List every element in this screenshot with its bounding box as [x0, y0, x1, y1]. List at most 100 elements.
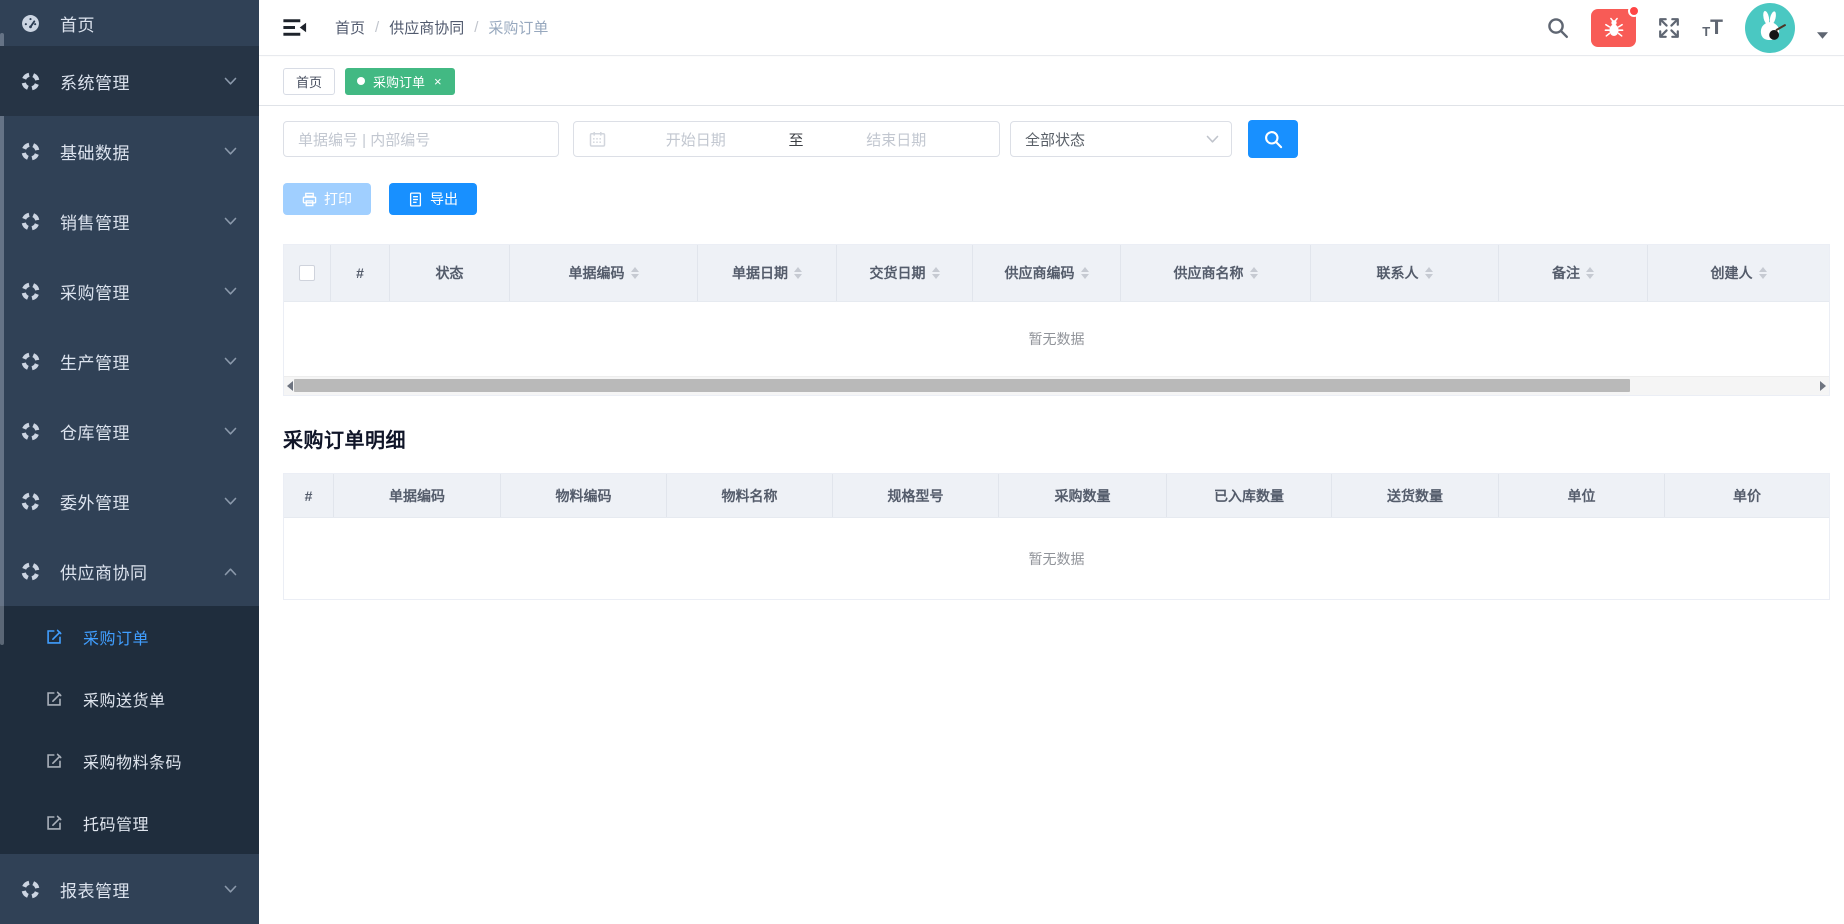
sort-icon[interactable]	[1759, 267, 1767, 279]
notification-dot	[1628, 5, 1640, 17]
module-icon	[21, 880, 40, 899]
column-header-supplier-name[interactable]: 供应商名称	[1121, 245, 1311, 301]
column-label: 状态	[436, 263, 464, 283]
column-label: 交货日期	[870, 263, 926, 283]
sidebar-item-purchase[interactable]: 采购管理	[0, 256, 259, 326]
sidebar-item-purchase-delivery[interactable]: 采购送货单	[0, 668, 259, 730]
column-label: #	[305, 488, 313, 504]
sort-icon[interactable]	[1586, 267, 1594, 279]
sidebar-item-label: 销售管理	[60, 209, 130, 234]
column-header-supplier-code[interactable]: 供应商编码	[973, 245, 1121, 301]
fullscreen-icon[interactable]	[1658, 17, 1680, 39]
detail-table-empty: 暂无数据	[284, 518, 1829, 599]
sidebar-item-label: 报表管理	[60, 877, 130, 902]
sidebar-item-purchase-material-barcode[interactable]: 采购物料条码	[0, 730, 259, 792]
edit-icon	[45, 752, 63, 770]
column-header-received-qty: 已入库数量	[1167, 474, 1332, 517]
tab-purchase-order[interactable]: 采购订单 ×	[345, 68, 455, 95]
scrollbar-thumb[interactable]	[294, 379, 1630, 392]
scroll-left-arrow[interactable]	[287, 381, 293, 391]
sidebar-submenu-supplier-collab: 采购订单 采购送货单 采购物料条码 托码管理	[0, 606, 259, 854]
topbar-actions: TT	[1547, 3, 1844, 53]
tab-home[interactable]: 首页	[283, 68, 335, 95]
column-label: 送货数量	[1387, 486, 1443, 506]
detail-section-title: 采购订单明细	[283, 424, 1830, 453]
column-header-doc-code: 单据编码	[334, 474, 501, 517]
sidebar-item-reports[interactable]: 报表管理	[0, 854, 259, 924]
column-header-remark[interactable]: 备注	[1499, 245, 1648, 301]
date-range-picker[interactable]: 开始日期 至 结束日期	[573, 121, 1000, 157]
module-icon	[21, 352, 40, 371]
close-icon[interactable]: ×	[434, 75, 442, 88]
sidebar-item-pallet-code[interactable]: 托码管理	[0, 792, 259, 854]
avatar[interactable]	[1745, 3, 1795, 53]
edit-icon	[45, 814, 63, 832]
sidebar-item-warehouse[interactable]: 仓库管理	[0, 396, 259, 466]
module-icon	[21, 282, 40, 301]
tab-label: 采购订单	[373, 72, 425, 91]
keyword-input[interactable]: 单据编号 | 内部编号	[283, 121, 559, 157]
sort-icon[interactable]	[932, 267, 940, 279]
chevron-down-icon	[224, 427, 237, 436]
sidebar-item-system[interactable]: 系统管理	[0, 46, 259, 116]
sort-icon[interactable]	[631, 267, 639, 279]
sidebar-item-label: 采购物料条码	[83, 749, 182, 773]
column-header-doc-code[interactable]: 单据编码	[510, 245, 698, 301]
breadcrumb: 首页 / 供应商协同 / 采购订单	[335, 17, 548, 38]
sort-icon[interactable]	[794, 267, 802, 279]
sidebar-item-sales[interactable]: 销售管理	[0, 186, 259, 256]
print-button[interactable]: 打印	[283, 183, 371, 215]
search-icon[interactable]	[1547, 17, 1569, 39]
sidebar-item-outsourcing[interactable]: 委外管理	[0, 466, 259, 536]
sidebar-collapse-icon[interactable]	[283, 18, 307, 37]
column-header-delivery-date[interactable]: 交货日期	[837, 245, 973, 301]
column-label: 创建人	[1711, 263, 1753, 283]
sidebar-item-production[interactable]: 生产管理	[0, 326, 259, 396]
column-label: 物料编码	[556, 486, 612, 506]
sidebar-item-purchase-order[interactable]: 采购订单	[0, 606, 259, 668]
column-label: 规格型号	[888, 486, 944, 506]
toolbar: 打印 导出	[283, 183, 1830, 215]
breadcrumb-supplier-collab[interactable]: 供应商协同	[389, 17, 464, 38]
column-header-delivery-qty: 送货数量	[1332, 474, 1499, 517]
keyword-placeholder: 单据编号 | 内部编号	[298, 129, 430, 150]
sort-icon[interactable]	[1425, 267, 1433, 279]
bug-report-button[interactable]	[1591, 9, 1636, 47]
scroll-right-arrow[interactable]	[1820, 381, 1826, 391]
export-doc-icon	[408, 192, 423, 207]
column-label: 联系人	[1377, 263, 1419, 283]
user-menu-caret-icon[interactable]	[1817, 32, 1828, 39]
export-button[interactable]: 导出	[389, 183, 477, 215]
sort-icon[interactable]	[1081, 267, 1089, 279]
font-size-icon[interactable]: TT	[1702, 17, 1723, 38]
column-label: 供应商名称	[1174, 263, 1244, 283]
column-label: 单据编码	[569, 263, 625, 283]
chevron-down-icon	[1206, 135, 1219, 144]
column-header-doc-date[interactable]: 单据日期	[698, 245, 837, 301]
date-start-placeholder: 开始日期	[607, 129, 785, 150]
column-header-purchase-qty: 采购数量	[999, 474, 1167, 517]
export-button-label: 导出	[430, 189, 458, 209]
tab-label: 首页	[296, 72, 322, 91]
sidebar-item-label: 委外管理	[60, 489, 130, 514]
printer-icon	[302, 192, 317, 207]
select-all-checkbox[interactable]	[299, 265, 315, 281]
sidebar-item-supplier-collab[interactable]: 供应商协同	[0, 536, 259, 606]
edit-icon	[45, 628, 63, 646]
orders-table-empty: 暂无数据	[284, 302, 1829, 376]
breadcrumb-home[interactable]: 首页	[335, 17, 365, 38]
breadcrumb-separator: /	[474, 19, 478, 36]
sidebar-item-basic-data[interactable]: 基础数据	[0, 116, 259, 186]
column-header-contact[interactable]: 联系人	[1311, 245, 1499, 301]
chevron-up-icon	[224, 567, 237, 576]
search-button[interactable]	[1248, 120, 1298, 158]
chevron-down-icon	[224, 217, 237, 226]
sidebar-item-label: 首页	[60, 11, 95, 36]
status-select[interactable]: 全部状态	[1010, 121, 1232, 157]
sidebar-item-home[interactable]: 首页	[0, 0, 259, 46]
sort-icon[interactable]	[1250, 267, 1258, 279]
chevron-down-icon	[224, 885, 237, 894]
column-header-creator[interactable]: 创建人	[1648, 245, 1829, 301]
column-label: 单位	[1568, 486, 1596, 506]
column-label: #	[356, 265, 364, 281]
